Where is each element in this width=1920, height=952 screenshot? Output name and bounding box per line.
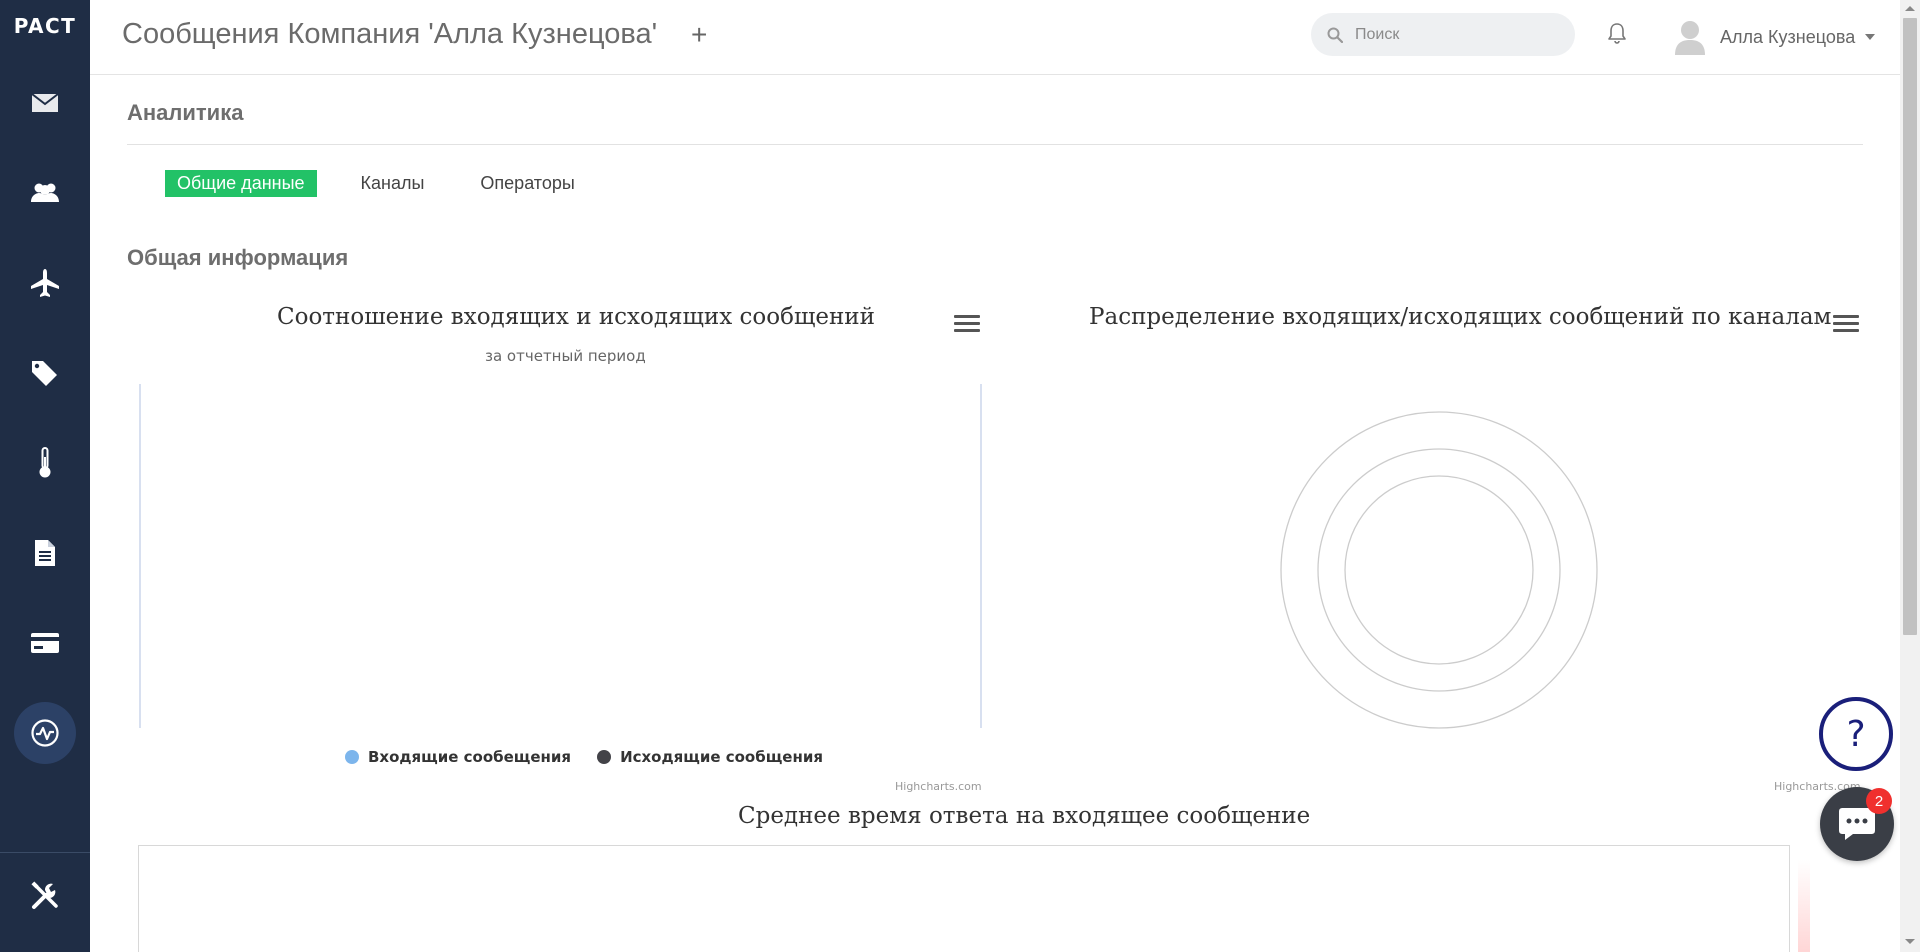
section-title: Аналитика <box>127 100 244 125</box>
chart-title: Среднее время ответа на входящее сообщен… <box>738 803 1311 829</box>
active-indicator <box>14 702 76 764</box>
chart-menu-button[interactable] <box>1833 315 1859 337</box>
chart-colorbar <box>1798 860 1810 952</box>
chat-badge: 2 <box>1866 788 1892 814</box>
sidebar-item-thermometer[interactable] <box>0 433 90 493</box>
search-box[interactable] <box>1311 13 1575 56</box>
chart-title: Распределение входящих/исходящих сообщен… <box>1089 304 1832 330</box>
search-input[interactable] <box>1355 25 1555 44</box>
help-button[interactable]: ? <box>1819 697 1893 771</box>
legend-item-incoming[interactable]: Входящие сообещения <box>345 748 571 766</box>
chart-menu-button[interactable] <box>954 315 980 337</box>
pie-ring-inner <box>1344 475 1534 665</box>
document-icon <box>35 540 55 566</box>
legend-item-outgoing[interactable]: Исходящие сообщения <box>597 748 823 766</box>
sidebar-divider <box>0 852 90 853</box>
chart-credits[interactable]: Highcharts.com <box>895 780 982 793</box>
sidebar-item-analytics[interactable] <box>0 702 90 764</box>
sidebar-item-documents[interactable] <box>0 523 90 583</box>
avatar <box>1675 21 1705 55</box>
chevron-down-icon <box>1865 34 1876 40</box>
scroll-up-arrow-icon[interactable] <box>1905 6 1915 11</box>
top-header: Сообщения Компания 'Алла Кузнецова' + Ал… <box>90 0 1900 75</box>
add-button[interactable]: + <box>691 20 707 50</box>
chart-title: Соотношение входящих и исходящих сообщен… <box>277 304 875 330</box>
credit-card-icon <box>31 633 59 653</box>
scrollbar-thumb[interactable] <box>1903 18 1917 635</box>
thermometer-icon <box>39 447 51 478</box>
chart-legend: Входящие сообещения Исходящие сообщения <box>345 748 849 766</box>
pie-chart-area <box>1280 411 1598 729</box>
envelope-icon <box>31 93 59 112</box>
legend-label: Входящие сообещения <box>368 748 572 766</box>
sidebar-item-settings[interactable] <box>0 866 90 926</box>
notifications-button[interactable] <box>1607 22 1627 49</box>
analytics-tabs: Общие данные Каналы Операторы <box>165 170 619 197</box>
user-name: Алла Кузнецова <box>1720 26 1856 47</box>
chart-plot-area <box>138 845 1790 952</box>
user-menu[interactable]: Алла Кузнецова <box>1674 19 1876 55</box>
tab-general[interactable]: Общие данные <box>165 170 317 197</box>
legend-marker <box>345 750 359 764</box>
sidebar: PACT <box>0 0 90 952</box>
bell-icon <box>1608 23 1626 44</box>
users-icon <box>31 183 59 202</box>
sidebar-item-campaigns[interactable] <box>0 253 90 313</box>
tab-operators[interactable]: Операторы <box>468 170 586 197</box>
pie-ring-middle <box>1317 448 1561 692</box>
chart-subtitle: за отчетный период <box>485 347 646 365</box>
pie-ring-outer <box>1280 411 1598 729</box>
sidebar-item-messages[interactable] <box>0 73 90 133</box>
tags-icon <box>32 361 57 386</box>
subsection-title: Общая информация <box>127 245 349 270</box>
scroll-down-arrow-icon[interactable] <box>1905 939 1915 944</box>
app-logo[interactable]: PACT <box>0 14 90 38</box>
legend-marker <box>597 750 612 764</box>
search-icon <box>1327 27 1343 43</box>
sidebar-item-contacts[interactable] <box>0 163 90 223</box>
tab-channels[interactable]: Каналы <box>349 170 437 197</box>
tools-icon <box>31 881 58 909</box>
page-title: Сообщения Компания 'Алла Кузнецова' <box>122 18 658 50</box>
analytics-icon <box>31 719 59 747</box>
section-divider <box>127 144 1863 145</box>
airplane-icon <box>31 269 59 297</box>
legend-label: Исходящие сообщения <box>620 748 823 766</box>
sidebar-item-billing[interactable] <box>0 613 90 673</box>
chart-plot-area <box>139 384 982 728</box>
sidebar-item-tags[interactable] <box>0 343 90 403</box>
